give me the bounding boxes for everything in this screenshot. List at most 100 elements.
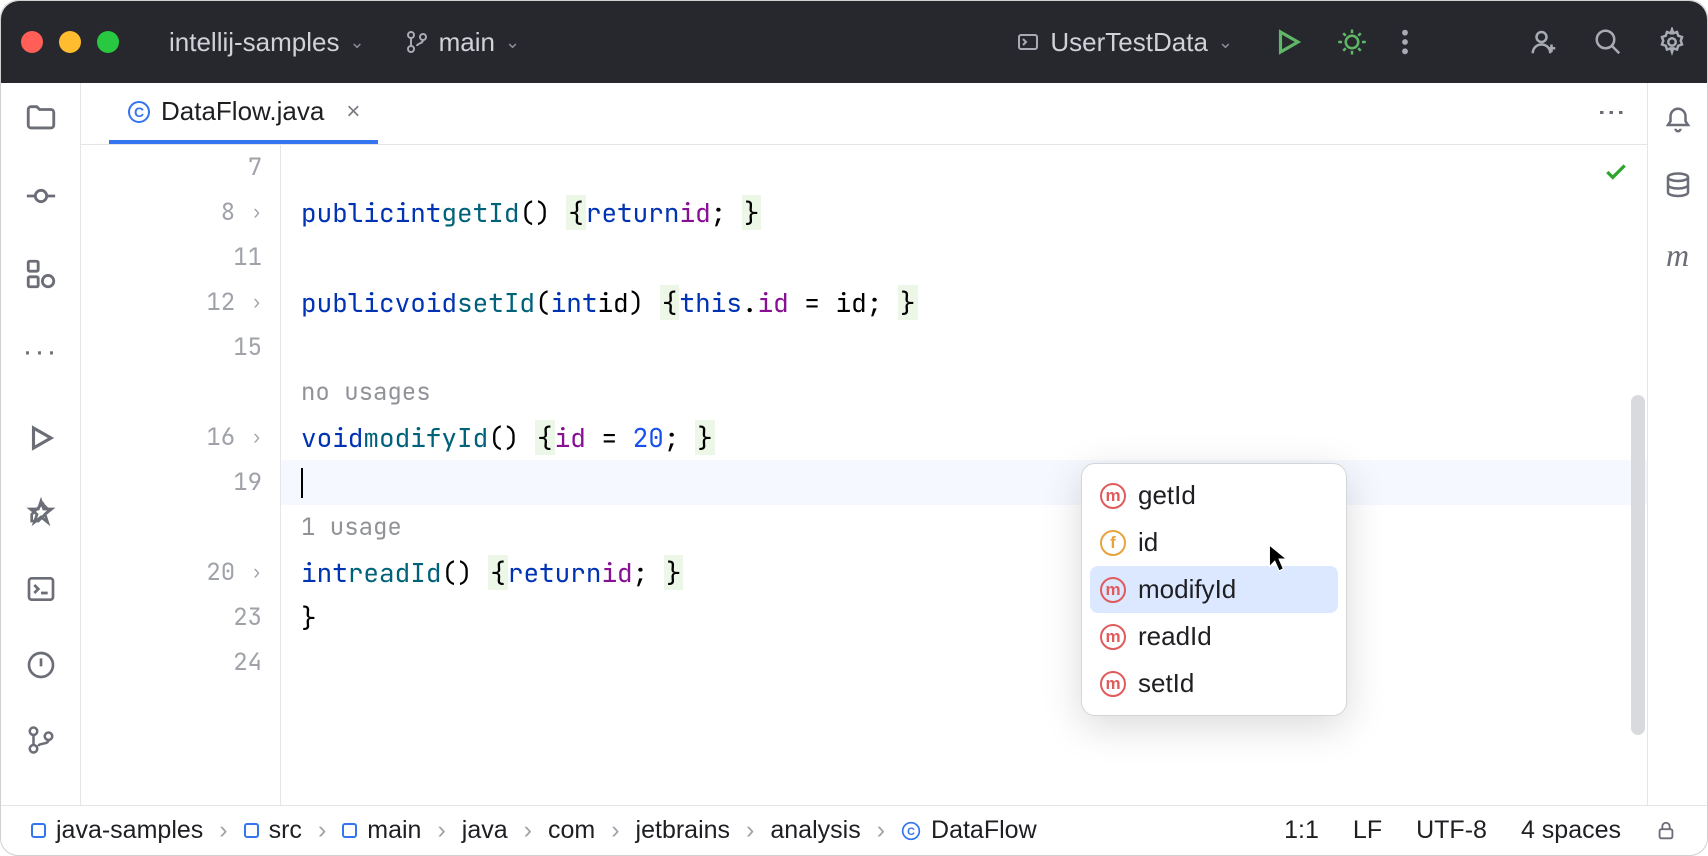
search-icon[interactable] xyxy=(1593,27,1623,57)
svg-text:C: C xyxy=(907,826,915,838)
crumb-label: jetbrains xyxy=(636,816,731,845)
more-icon[interactable]: ··· xyxy=(23,335,59,369)
fold-icon[interactable]: › xyxy=(251,561,262,584)
fold-icon[interactable]: › xyxy=(251,426,262,449)
popup-item-label: modifyId xyxy=(1138,574,1236,605)
zoom-window-icon[interactable] xyxy=(97,31,119,53)
module-icon xyxy=(244,823,259,838)
left-tool-strip: ··· xyxy=(1,83,81,805)
type: int xyxy=(301,555,348,590)
popup-item[interactable]: mgetId xyxy=(1082,472,1346,519)
gear-icon[interactable] xyxy=(1657,27,1687,57)
readonly-icon[interactable] xyxy=(1655,820,1677,842)
brace: } xyxy=(301,600,317,635)
more-icon[interactable] xyxy=(1401,28,1409,56)
gutter: 7 8› 11 12› 15 16› 19 20› 23 24 xyxy=(81,145,281,805)
method-icon: m xyxy=(1100,624,1126,650)
popup-item-label: setId xyxy=(1138,668,1194,699)
keyword: void xyxy=(395,285,457,320)
keyword: public xyxy=(301,285,395,320)
database-icon[interactable] xyxy=(1663,171,1693,201)
popup-item[interactable]: msetId xyxy=(1082,660,1346,707)
popup-item[interactable]: fid xyxy=(1082,519,1346,566)
crumb-label: java xyxy=(462,816,508,845)
notifications-icon[interactable] xyxy=(1663,105,1693,135)
caret-icon xyxy=(301,468,303,498)
file-encoding[interactable]: UTF-8 xyxy=(1416,816,1487,845)
structure-icon[interactable] xyxy=(24,257,58,291)
scrollbar[interactable] xyxy=(1631,395,1645,735)
crumb-label: DataFlow xyxy=(931,816,1037,845)
run-icon[interactable] xyxy=(1273,27,1303,57)
editor-body[interactable]: 7 8› 11 12› 15 16› 19 20› 23 24 public i… xyxy=(81,145,1647,805)
terminal-icon[interactable] xyxy=(25,573,57,605)
debug-icon[interactable] xyxy=(1337,27,1367,57)
line-number: 8 xyxy=(221,197,235,228)
line-number: 15 xyxy=(233,332,262,363)
method-icon: m xyxy=(1100,671,1126,697)
keyword: this xyxy=(679,285,741,320)
usage-hint[interactable]: no usages xyxy=(281,370,1647,415)
popup-item[interactable]: mreadId xyxy=(1082,613,1346,660)
type: int xyxy=(395,195,442,230)
method-icon: m xyxy=(1100,577,1126,603)
line-number: 12 xyxy=(206,287,235,318)
line-number: 7 xyxy=(248,152,262,183)
line-number: 19 xyxy=(233,467,262,498)
line-separator[interactable]: LF xyxy=(1353,816,1382,845)
run-config-icon xyxy=(1016,30,1040,54)
close-window-icon[interactable] xyxy=(21,31,43,53)
cursor-position[interactable]: 1:1 xyxy=(1284,816,1319,845)
keyword: public xyxy=(301,195,395,230)
editor-area: C DataFlow.java × ⋮ 7 8› 11 12› 15 16› 1… xyxy=(81,83,1647,805)
right-tool-strip: m xyxy=(1647,83,1707,805)
chevron-down-icon: ⌄ xyxy=(350,32,365,53)
project-icon[interactable] xyxy=(24,101,58,135)
svg-text:C: C xyxy=(134,104,144,120)
field: id xyxy=(601,555,632,590)
run-config-label: UserTestData xyxy=(1050,27,1208,58)
module-icon xyxy=(31,823,46,838)
vcs-icon[interactable] xyxy=(26,725,56,755)
keyword: void xyxy=(301,420,363,455)
usage-hint[interactable]: 1 usage xyxy=(281,505,1647,550)
inspection-ok-icon[interactable] xyxy=(1603,159,1629,185)
commit-icon[interactable] xyxy=(24,179,58,213)
run-tool-icon[interactable] xyxy=(26,423,56,453)
method-name: getId xyxy=(441,195,519,230)
cursor-icon xyxy=(1267,543,1289,573)
status-bar: java-samples › src › main › java › com ›… xyxy=(1,805,1707,855)
close-tab-icon[interactable]: × xyxy=(346,98,360,126)
window-controls xyxy=(21,31,119,53)
chevron-down-icon: ⌄ xyxy=(505,32,520,53)
fold-icon[interactable]: › xyxy=(251,201,262,224)
popup-item-selected[interactable]: m modifyId xyxy=(1090,566,1338,613)
code-content[interactable]: public int getId() { return id; } public… xyxy=(281,145,1647,805)
add-user-icon[interactable] xyxy=(1529,27,1559,57)
field: id xyxy=(679,195,710,230)
keyword: return xyxy=(508,555,602,590)
tab-options-icon[interactable]: ⋮ xyxy=(1596,99,1629,129)
breadcrumbs[interactable]: java-samples › src › main › java › com ›… xyxy=(31,816,1037,845)
project-dropdown[interactable]: intellij-samples ⌄ xyxy=(159,21,375,64)
crumb-label: java-samples xyxy=(56,816,203,845)
branch-dropdown[interactable]: main ⌄ xyxy=(395,21,530,64)
popup-item-label: id xyxy=(1138,527,1158,558)
run-config-dropdown[interactable]: UserTestData ⌄ xyxy=(1006,21,1243,64)
field: id xyxy=(757,285,788,320)
maven-icon[interactable]: m xyxy=(1666,237,1689,274)
popup-item-label: getId xyxy=(1138,480,1196,511)
problems-icon[interactable] xyxy=(25,649,57,681)
project-name-label: intellij-samples xyxy=(169,27,340,58)
tab-filename-label: DataFlow.java xyxy=(161,96,324,127)
current-line xyxy=(281,460,1647,505)
build-icon[interactable] xyxy=(25,497,57,529)
line-number: 24 xyxy=(233,647,262,678)
fold-icon[interactable]: › xyxy=(251,291,262,314)
line-number: 23 xyxy=(233,602,262,633)
line-number: 11 xyxy=(233,242,262,273)
minimize-window-icon[interactable] xyxy=(59,31,81,53)
indent-setting[interactable]: 4 spaces xyxy=(1521,816,1621,845)
keyword: return xyxy=(586,195,680,230)
tab-dataflow[interactable]: C DataFlow.java × xyxy=(109,83,378,144)
